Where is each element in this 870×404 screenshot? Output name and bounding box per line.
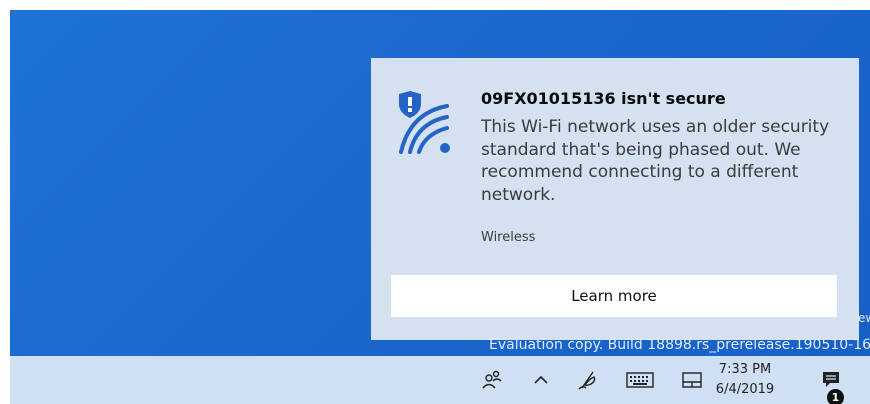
clock-date: 6/4/2019 <box>715 382 775 397</box>
learn-more-button[interactable]: Learn more <box>391 275 837 317</box>
notification-count-badge: 1 <box>826 388 845 404</box>
clock-time: 7:33 PM <box>718 362 772 377</box>
touchpad-icon[interactable] <box>678 356 706 404</box>
pen-workspace-icon[interactable] <box>574 356 602 404</box>
wifi-shield-icon <box>395 90 457 156</box>
notification-body: This Wi-Fi network uses an older securit… <box>481 117 830 205</box>
screen: 09FX01015136 isn't secure This Wi-Fi net… <box>10 10 870 404</box>
wifi-security-notification[interactable]: 09FX01015136 isn't secure This Wi-Fi net… <box>371 58 859 340</box>
evaluation-watermark: Evaluation copy. Build 18898.rs_prerelea… <box>489 337 870 353</box>
touch-keyboard-icon[interactable] <box>624 356 656 404</box>
chevron-up-icon[interactable] <box>530 356 552 404</box>
clock[interactable]: 7:33 PM 6/4/2019 <box>706 360 784 400</box>
watermark-edge-text: ew <box>858 311 870 325</box>
notification-title: 09FX01015136 isn't secure <box>481 89 726 108</box>
notification-source: Wireless <box>481 230 536 245</box>
taskbar: 7:33 PM 6/4/2019 <box>10 356 870 404</box>
people-icon[interactable] <box>478 356 506 404</box>
